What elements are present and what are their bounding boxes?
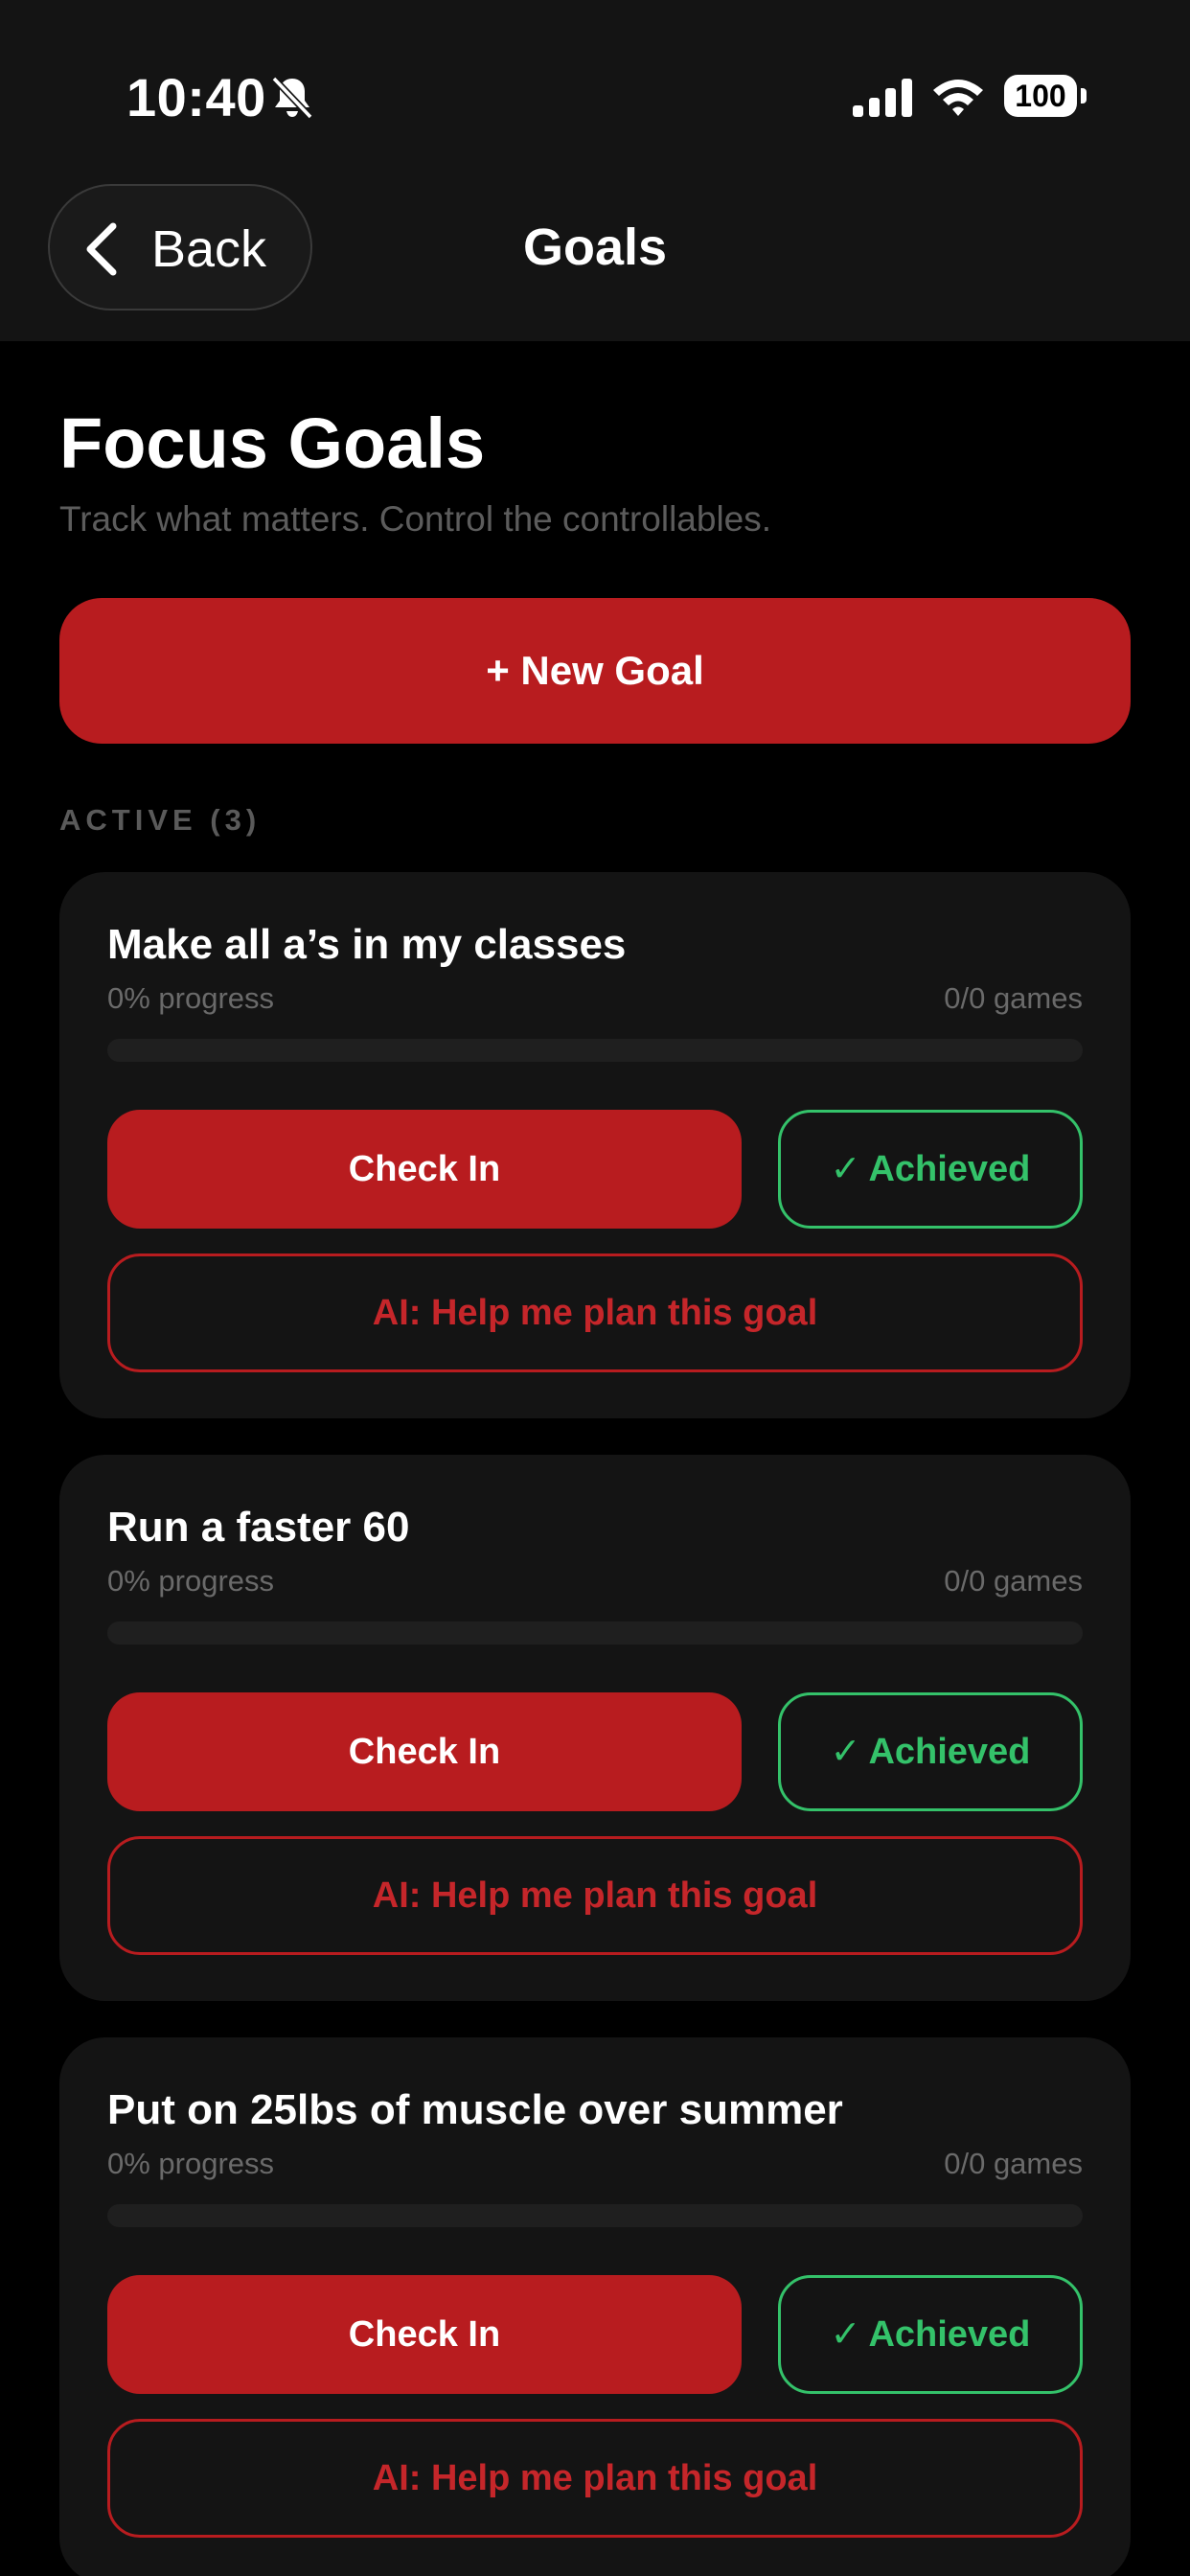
cellular-signal-icon: [853, 79, 912, 117]
goal-progress-text: 0% progress: [107, 1564, 275, 1598]
check-in-button[interactable]: Check In: [107, 1110, 742, 1229]
ai-plan-goal-button[interactable]: AI: Help me plan this goal: [107, 2419, 1083, 2538]
check-in-button[interactable]: Check In: [107, 2275, 742, 2394]
ai-plan-goal-button[interactable]: AI: Help me plan this goal: [107, 1254, 1083, 1372]
wifi-icon: [933, 80, 983, 116]
achieved-button[interactable]: ✓ Achieved: [778, 2275, 1083, 2394]
section-label-active: ACTIVE (3): [59, 803, 262, 837]
goal-title: Run a faster 60: [107, 1504, 410, 1551]
achieved-button[interactable]: ✓ Achieved: [778, 1692, 1083, 1811]
checkmark-icon: ✓: [830, 1732, 861, 1772]
bell-slash-icon: [271, 76, 313, 120]
goal-title: Put on 25lbs of muscle over summer: [107, 2086, 843, 2133]
header: 10:40 100 Back Goals: [0, 0, 1190, 341]
goals-screen: 10:40 100 Back Goals Focus Goals Track w…: [0, 0, 1190, 2576]
status-time: 10:40: [126, 67, 266, 127]
new-goal-button[interactable]: + New Goal: [59, 598, 1131, 744]
goal-progress-text: 0% progress: [107, 981, 275, 1015]
page-title: Focus Goals: [59, 403, 486, 483]
goal-title: Make all a’s in my classes: [107, 921, 627, 968]
goal-card: Make all a’s in my classes 0% progress 0…: [59, 872, 1131, 1418]
battery-level: 100: [1004, 75, 1077, 117]
goal-progress-bar: [107, 2204, 1083, 2227]
page-subtitle: Track what matters. Control the controll…: [59, 499, 772, 539]
nav-title: Goals: [522, 218, 668, 276]
goal-games-text: 0/0 games: [944, 2147, 1083, 2180]
checkmark-icon: ✓: [830, 2314, 861, 2355]
goal-progress-bar: [107, 1622, 1083, 1644]
achieved-label: Achieved: [868, 1732, 1031, 1772]
goal-progress-bar: [107, 1039, 1083, 1062]
checkmark-icon: ✓: [830, 1149, 861, 1189]
goal-progress-text: 0% progress: [107, 2147, 275, 2180]
goal-games-text: 0/0 games: [944, 1564, 1083, 1598]
check-in-button[interactable]: Check In: [107, 1692, 742, 1811]
achieved-label: Achieved: [868, 2314, 1031, 2355]
battery-indicator: 100: [1004, 75, 1087, 117]
goal-card: Put on 25lbs of muscle over summer 0% pr…: [59, 2037, 1131, 2576]
achieved-button[interactable]: ✓ Achieved: [778, 1110, 1083, 1229]
battery-nub: [1081, 88, 1087, 104]
goal-card: Run a faster 60 0% progress 0/0 games Ch…: [59, 1455, 1131, 2001]
achieved-label: Achieved: [868, 1149, 1031, 1189]
ai-plan-goal-button[interactable]: AI: Help me plan this goal: [107, 1836, 1083, 1955]
goal-games-text: 0/0 games: [944, 981, 1083, 1015]
